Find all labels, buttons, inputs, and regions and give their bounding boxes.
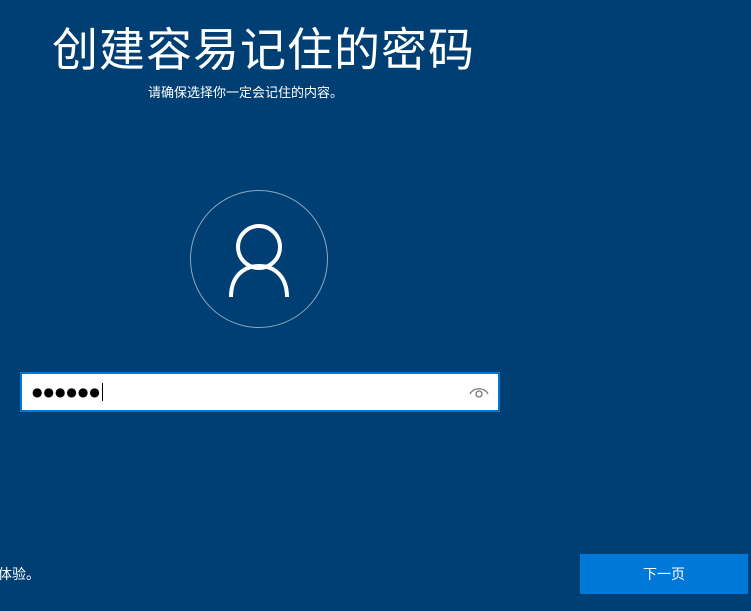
footer-partial-text: 体验。	[0, 567, 40, 583]
eye-icon[interactable]	[468, 382, 490, 402]
password-masked-text: ●●●●●●	[32, 385, 101, 399]
next-button[interactable]: 下一页	[580, 554, 748, 594]
page-subtitle: 请确保选择你一定会记住的内容。	[148, 86, 344, 101]
password-field[interactable]: ●●●●●●	[20, 372, 500, 412]
page-title: 创建容易记住的密码	[52, 23, 475, 77]
user-icon	[229, 224, 289, 298]
avatar	[190, 190, 328, 328]
password-value: ●●●●●●	[32, 374, 103, 410]
text-caret	[101, 382, 103, 401]
